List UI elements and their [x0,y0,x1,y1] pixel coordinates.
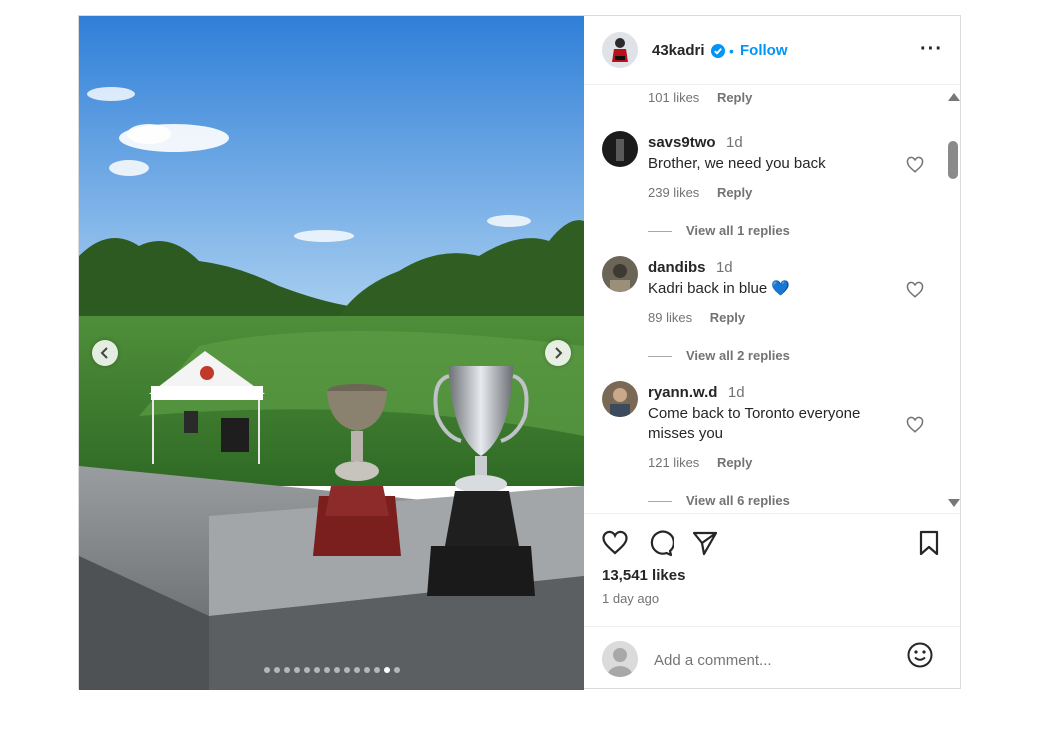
post-timestamp: 1 day ago [602,591,660,606]
chevron-right-icon [555,347,563,359]
carousel-dot [393,667,400,673]
comment-header: ryann.w.d 1d [648,384,745,402]
comment-meta-partial: 101 likes Reply [648,90,766,105]
more-options-icon[interactable]: ··· [920,38,943,61]
comment-text: Come back to Toronto everyone misses you [648,405,861,442]
comment-likes[interactable]: 101 likes [648,90,699,105]
carousel-dot [383,667,390,673]
save-bookmark-icon[interactable] [915,529,943,557]
share-send-icon[interactable] [691,529,719,557]
reply-button[interactable]: Reply [717,455,752,470]
author-avatar[interactable] [602,32,638,68]
follow-button[interactable]: Follow [740,42,788,59]
separator-dot: • [729,43,734,59]
previous-image-button[interactable] [92,340,118,366]
scrollbar-thumb[interactable] [948,141,958,179]
reply-button[interactable]: Reply [717,185,752,200]
commenter-avatar[interactable] [602,256,638,292]
comment-likes[interactable]: 89 likes [648,310,692,325]
comment-likes[interactable]: 239 likes [648,185,699,200]
hockey-player-avatar-icon [602,32,638,68]
default-user-icon [602,641,638,677]
post-actions: 13,541 likes 1 day ago [584,513,960,689]
comment-bubble-icon[interactable] [646,529,674,557]
comment-username[interactable]: savs9two [648,134,716,151]
view-replies-button[interactable]: View all 2 replies [648,348,790,363]
view-replies-label: View all 1 replies [686,223,790,238]
next-image-button[interactable] [545,340,571,366]
commenter-avatar[interactable] [602,381,638,417]
carousel-dot [343,667,350,673]
carousel-dot [363,667,370,673]
scroll-down-arrow-icon[interactable] [948,499,960,507]
comments-list: 101 likes Reply savs9two 1d Brother, we … [584,85,960,513]
comment-text: Brother, we need you back [648,155,826,172]
scroll-up-arrow-icon[interactable] [948,93,960,101]
comment-header: dandibs 1d [648,259,733,277]
post-image [79,16,584,690]
add-comment-bar [584,626,960,690]
view-replies-label: View all 6 replies [686,493,790,508]
carousel-dot [263,667,270,673]
carousel-indicator [79,667,584,673]
likes-count[interactable]: 13,541 likes [602,567,685,584]
instagram-post: 43kadri • Follow ··· 101 likes Reply sav… [78,15,961,690]
post-side-panel: 43kadri • Follow ··· 101 likes Reply sav… [584,16,960,688]
replies-divider [648,356,672,358]
user-photo-icon [602,256,638,292]
carousel-dot [293,667,300,673]
emoji-picker-icon[interactable] [906,641,934,669]
comment-username[interactable]: dandibs [648,259,706,276]
like-comment-heart-icon[interactable] [906,281,924,299]
author-username[interactable]: 43kadri [652,42,705,59]
comment-header: savs9two 1d [648,134,743,152]
carousel-dot [313,667,320,673]
chevron-left-icon [100,347,108,359]
view-replies-button[interactable]: View all 1 replies [648,223,790,238]
carousel-dot [353,667,360,673]
user-photo-icon [602,131,638,167]
comment-meta: 239 likes Reply [648,185,766,200]
carousel-dot [303,667,310,673]
comment-time: 1d [726,134,743,151]
golf-course-trophies-photo [79,16,584,690]
replies-divider [648,501,672,503]
reply-button[interactable]: Reply [710,310,745,325]
carousel-dot [333,667,340,673]
post-header: 43kadri • Follow ··· [584,16,960,85]
replies-divider [648,231,672,233]
comment-meta: 121 likes Reply [648,455,766,470]
carousel-dot [323,667,330,673]
user-photo-icon [602,381,638,417]
view-replies-button[interactable]: View all 6 replies [648,493,790,508]
carousel-dot [283,667,290,673]
verified-badge-icon [711,44,725,58]
current-user-avatar [602,641,638,677]
carousel-dot [273,667,280,673]
view-replies-label: View all 2 replies [686,348,790,363]
reply-button[interactable]: Reply [717,90,752,105]
comments-scrollbar[interactable] [945,85,960,513]
comment-text: Kadri back in blue 💙 [648,280,791,297]
carousel-dot [373,667,380,673]
like-comment-heart-icon[interactable] [906,416,924,434]
comment-meta: 89 likes Reply [648,310,759,325]
like-comment-heart-icon[interactable] [906,156,924,174]
comment-likes[interactable]: 121 likes [648,455,699,470]
comment-time: 1d [727,384,745,401]
add-comment-input[interactable] [652,651,886,670]
like-heart-icon[interactable] [601,529,629,557]
comment-username[interactable]: ryann.w.d [648,384,717,401]
commenter-avatar[interactable] [602,131,638,167]
comment-time: 1d [715,259,733,276]
